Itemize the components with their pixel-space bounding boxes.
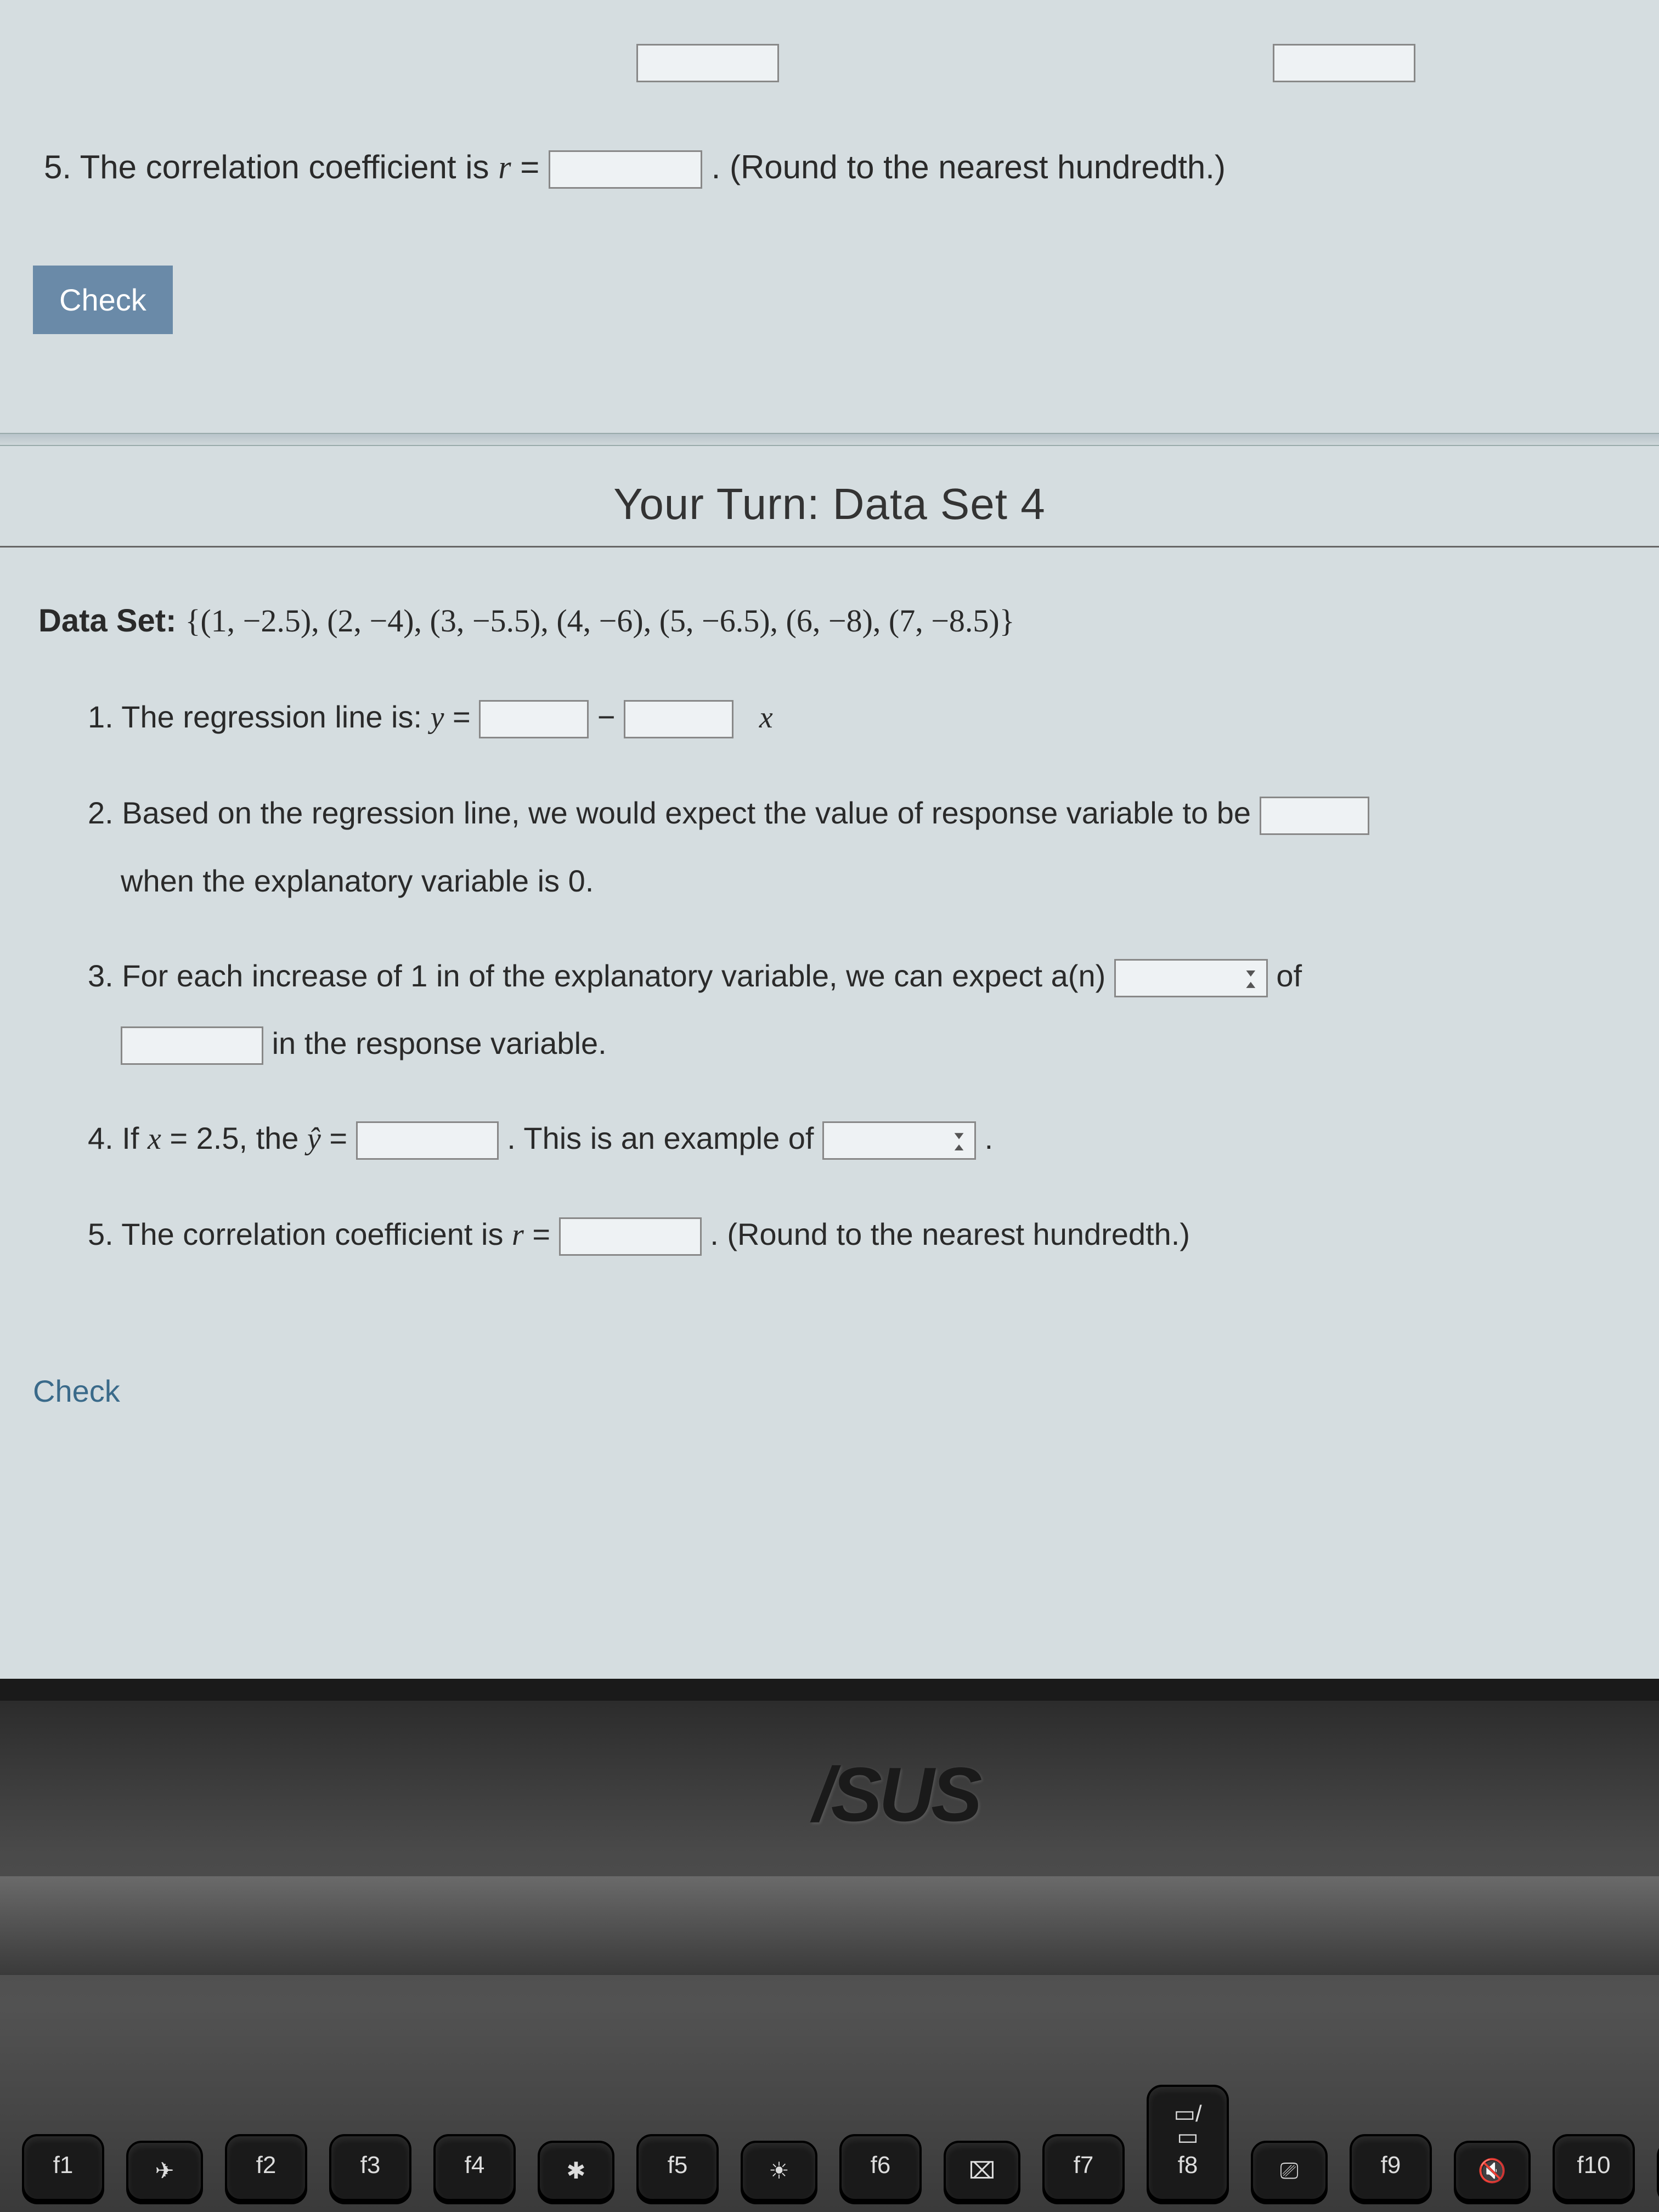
q3-input[interactable]	[121, 1026, 263, 1065]
key-f10-icon[interactable]: 🔇	[1454, 2141, 1531, 2201]
q3-line2: in the response variable.	[272, 1026, 607, 1060]
q4-select[interactable]	[822, 1121, 976, 1160]
q2-input[interactable]	[1260, 797, 1369, 835]
dataset-label: Data Set:	[38, 603, 185, 639]
q4-eq1: = 2.5, the	[161, 1121, 307, 1155]
question-3: 3. For each increase of 1 in of the expl…	[88, 942, 1626, 1077]
q5-top-var: r	[498, 149, 511, 185]
q5b-input[interactable]	[559, 1217, 702, 1256]
top-blank-2[interactable]	[1273, 44, 1415, 82]
key-f9[interactable]: f9	[1350, 2134, 1432, 2201]
display-switch-icon: ▭/▭	[1171, 2102, 1205, 2148]
section-divider	[0, 433, 1659, 446]
airplane-icon: ✈	[155, 2159, 174, 2182]
q4-suffix: .	[985, 1121, 994, 1155]
top-blank-row	[636, 44, 1626, 82]
q5-top-suffix: . (Round to the nearest hundredth.)	[712, 149, 1226, 185]
key-f2[interactable]: f2	[225, 2134, 307, 2201]
mute-icon: 🔇	[1478, 2159, 1506, 2182]
question-1: 1. The regression line is: y = − x	[88, 683, 1626, 752]
key-f8[interactable]: ▭/▭f8	[1147, 2085, 1229, 2201]
key-f7-icon[interactable]: ⌧	[944, 2141, 1020, 2201]
q5-top-eq: =	[511, 149, 549, 185]
check-button-top[interactable]: Check	[33, 266, 173, 334]
question-4: 4. If x = 2.5, the ŷ = . This is an exam…	[88, 1104, 1626, 1173]
touchpad-icon: ⎚	[1280, 2159, 1299, 2182]
q1-prefix: 1. The regression line is:	[88, 699, 431, 734]
q5b-suffix: . (Round to the nearest hundredth.)	[710, 1217, 1190, 1251]
q1-minus: −	[597, 699, 624, 734]
function-key-row: f1 ✈ f2 f3 f4 ✱ f5 ☀ f6 ⌧ f7 ▭/▭f8 ⎚ f9 …	[22, 2085, 1637, 2201]
section-rule	[0, 546, 1659, 548]
key-f1[interactable]: f1	[22, 2134, 104, 2201]
top-blank-1[interactable]	[636, 44, 779, 82]
q4-eq2: =	[321, 1121, 356, 1155]
key-f6-icon[interactable]: ☀	[741, 2141, 817, 2201]
question-5-top: 5. The correlation coefficient is r = . …	[44, 148, 1626, 189]
key-f9-icon[interactable]: ⎚	[1251, 2141, 1328, 2201]
q4-mid: . This is an example of	[507, 1121, 822, 1155]
dataset-line: Data Set: {(1, −2.5), (2, −4), (3, −5.5)…	[38, 602, 1626, 639]
q3-line1: 3. For each increase of 1 in of the expl…	[88, 958, 1114, 993]
section-title: Your Turn: Data Set 4	[33, 479, 1626, 529]
key-f7[interactable]: f7	[1042, 2134, 1125, 2201]
brightness-down-icon: ✱	[566, 2159, 585, 2182]
laptop-hinge	[0, 1876, 1659, 1975]
check-button-bottom[interactable]: Check	[33, 1362, 120, 1420]
laptop-bezel: /SUS f1 ✈ f2 f3 f4 ✱ f5 ☀ f6 ⌧ f7 ▭/▭f8 …	[0, 1701, 1659, 2212]
q1-input-b[interactable]	[624, 700, 733, 738]
q1-x: x	[759, 701, 773, 735]
q1-input-a[interactable]	[479, 700, 589, 738]
q2-line1: 2. Based on the regression line, we woul…	[88, 795, 1260, 830]
key-f2-icon[interactable]: ✈	[126, 2141, 203, 2201]
question-2: 2. Based on the regression line, we woul…	[88, 779, 1626, 914]
q4-input[interactable]	[356, 1121, 499, 1160]
q4-x: x	[148, 1122, 161, 1156]
q1-y: y	[431, 701, 444, 735]
key-f5-icon[interactable]: ✱	[538, 2141, 614, 2201]
brightness-up-icon: ☀	[769, 2159, 789, 2182]
q4-prefix: 4. If	[88, 1121, 148, 1155]
question-5-bottom: 5. The correlation coefficient is r = . …	[88, 1200, 1626, 1269]
q5b-prefix: 5. The correlation coefficient is	[88, 1217, 512, 1251]
q5-top-prefix: 5. The correlation coefficient is	[44, 149, 498, 185]
q4-yhat: ŷ	[307, 1122, 321, 1156]
key-f3[interactable]: f3	[329, 2134, 411, 2201]
q3-of: of	[1276, 958, 1302, 993]
key-f10[interactable]: f10	[1553, 2134, 1635, 2201]
key-speaker[interactable]: 🔊	[1657, 2141, 1659, 2201]
key-f6[interactable]: f6	[839, 2134, 922, 2201]
quiz-screen: 5. The correlation coefficient is r = . …	[0, 0, 1659, 1701]
key-f4[interactable]: f4	[433, 2134, 516, 2201]
q1-eq: =	[444, 699, 479, 734]
key-f5[interactable]: f5	[636, 2134, 719, 2201]
q3-select[interactable]	[1114, 959, 1268, 997]
dataset-value: {(1, −2.5), (2, −4), (3, −5.5), (4, −6),…	[185, 603, 1015, 639]
q5-top-input[interactable]	[549, 150, 702, 189]
q5b-eq: =	[524, 1217, 559, 1251]
brand-logo: /SUS	[813, 1750, 979, 1839]
q2-line2: when the explanatory variable is 0.	[121, 864, 594, 898]
display-off-icon: ⌧	[969, 2159, 995, 2182]
question-list: 1. The regression line is: y = − x 2. Ba…	[88, 683, 1626, 1269]
q5b-var: r	[512, 1218, 524, 1252]
